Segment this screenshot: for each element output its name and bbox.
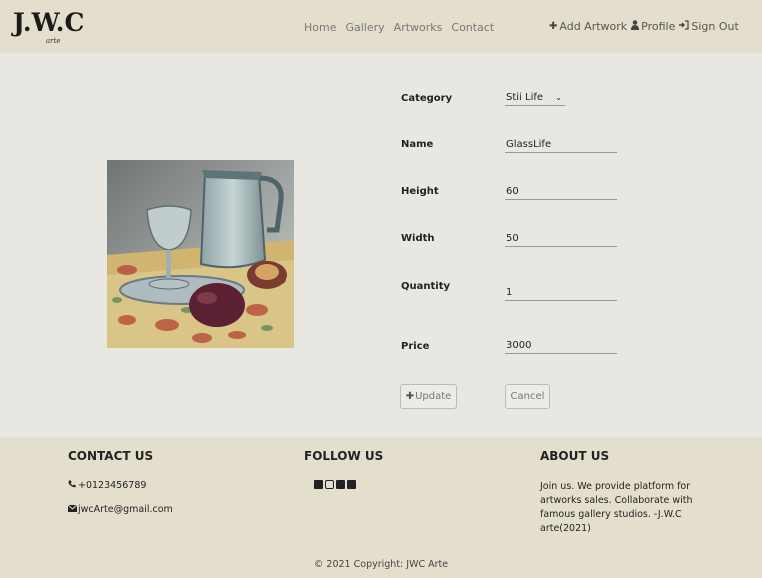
email-line: jwcArte@gmail.com xyxy=(67,504,173,515)
add-artwork-label: Add Artwork xyxy=(559,20,628,33)
footer: CONTACT US +0123456789 jwcArte@gmail.com… xyxy=(0,437,762,578)
name-field[interactable]: GlassLife xyxy=(505,138,617,153)
linkedin-icon[interactable] xyxy=(336,480,345,489)
chevron-down-icon: ⌄ xyxy=(555,93,562,102)
cancel-button[interactable]: Cancel xyxy=(505,384,550,409)
instagram-icon[interactable] xyxy=(325,480,334,489)
about-heading: ABOUT US xyxy=(540,449,610,463)
add-artwork-link[interactable]: ✚ Add Artwork xyxy=(549,20,627,33)
name-label: Name xyxy=(401,139,434,150)
price-label: Price xyxy=(401,341,430,352)
nav-gallery[interactable]: Gallery xyxy=(345,21,384,34)
envelope-icon xyxy=(67,504,78,515)
height-label: Height xyxy=(401,186,439,197)
width-label: Width xyxy=(401,233,435,244)
main-nav: Home Gallery Artworks Contact xyxy=(304,21,503,34)
about-text: Join us. We provide platform for artwork… xyxy=(540,481,693,534)
price-field[interactable]: 3000 xyxy=(505,339,617,354)
quantity-label: Quantity xyxy=(401,281,450,292)
height-field[interactable]: 60 xyxy=(505,185,617,200)
update-label: Update xyxy=(415,391,452,402)
nav-contact[interactable]: Contact xyxy=(451,21,494,34)
category-label: Category xyxy=(401,93,453,104)
email-address[interactable]: jwcArte@gmail.com xyxy=(78,504,173,515)
phone-number: +0123456789 xyxy=(78,480,147,491)
artwork-image xyxy=(107,160,294,348)
nav-home[interactable]: Home xyxy=(304,21,336,34)
logo-subtext: arte xyxy=(46,37,61,45)
profile-link[interactable]: Profile xyxy=(631,20,675,33)
sign-out-icon xyxy=(679,20,689,33)
profile-label: Profile xyxy=(641,20,676,33)
quantity-field[interactable]: 1 xyxy=(505,286,617,301)
twitter-icon[interactable] xyxy=(347,480,356,489)
header: J.W.C arte Home Gallery Artworks Contact… xyxy=(0,0,762,53)
logo-text: J.W.C xyxy=(13,8,85,37)
logo[interactable]: J.W.C arte xyxy=(13,8,103,48)
contact-heading: CONTACT US xyxy=(68,449,154,463)
copyright: © 2021 Copyright: JWC Arte xyxy=(313,559,449,570)
category-value: Stii Life xyxy=(506,92,544,103)
plus-icon: ✚ xyxy=(405,391,415,402)
update-button[interactable]: ✚ Update xyxy=(400,384,457,409)
sign-out-link[interactable]: Sign Out xyxy=(679,20,739,33)
plus-icon: ✚ xyxy=(549,21,558,32)
width-field[interactable]: 50 xyxy=(505,232,617,247)
sign-out-label: Sign Out xyxy=(691,20,739,33)
phone-icon xyxy=(68,480,76,491)
follow-heading: FOLLOW US xyxy=(304,449,384,463)
nav-artworks[interactable]: Artworks xyxy=(394,21,443,34)
social-links xyxy=(314,480,356,489)
header-actions: ✚ Add Artwork Profile Sign Out xyxy=(549,20,743,33)
user-icon xyxy=(631,20,640,33)
phone-line: +0123456789 xyxy=(68,480,146,491)
category-select[interactable]: Stii Life ⌄ xyxy=(505,92,565,106)
facebook-icon[interactable] xyxy=(314,480,323,489)
